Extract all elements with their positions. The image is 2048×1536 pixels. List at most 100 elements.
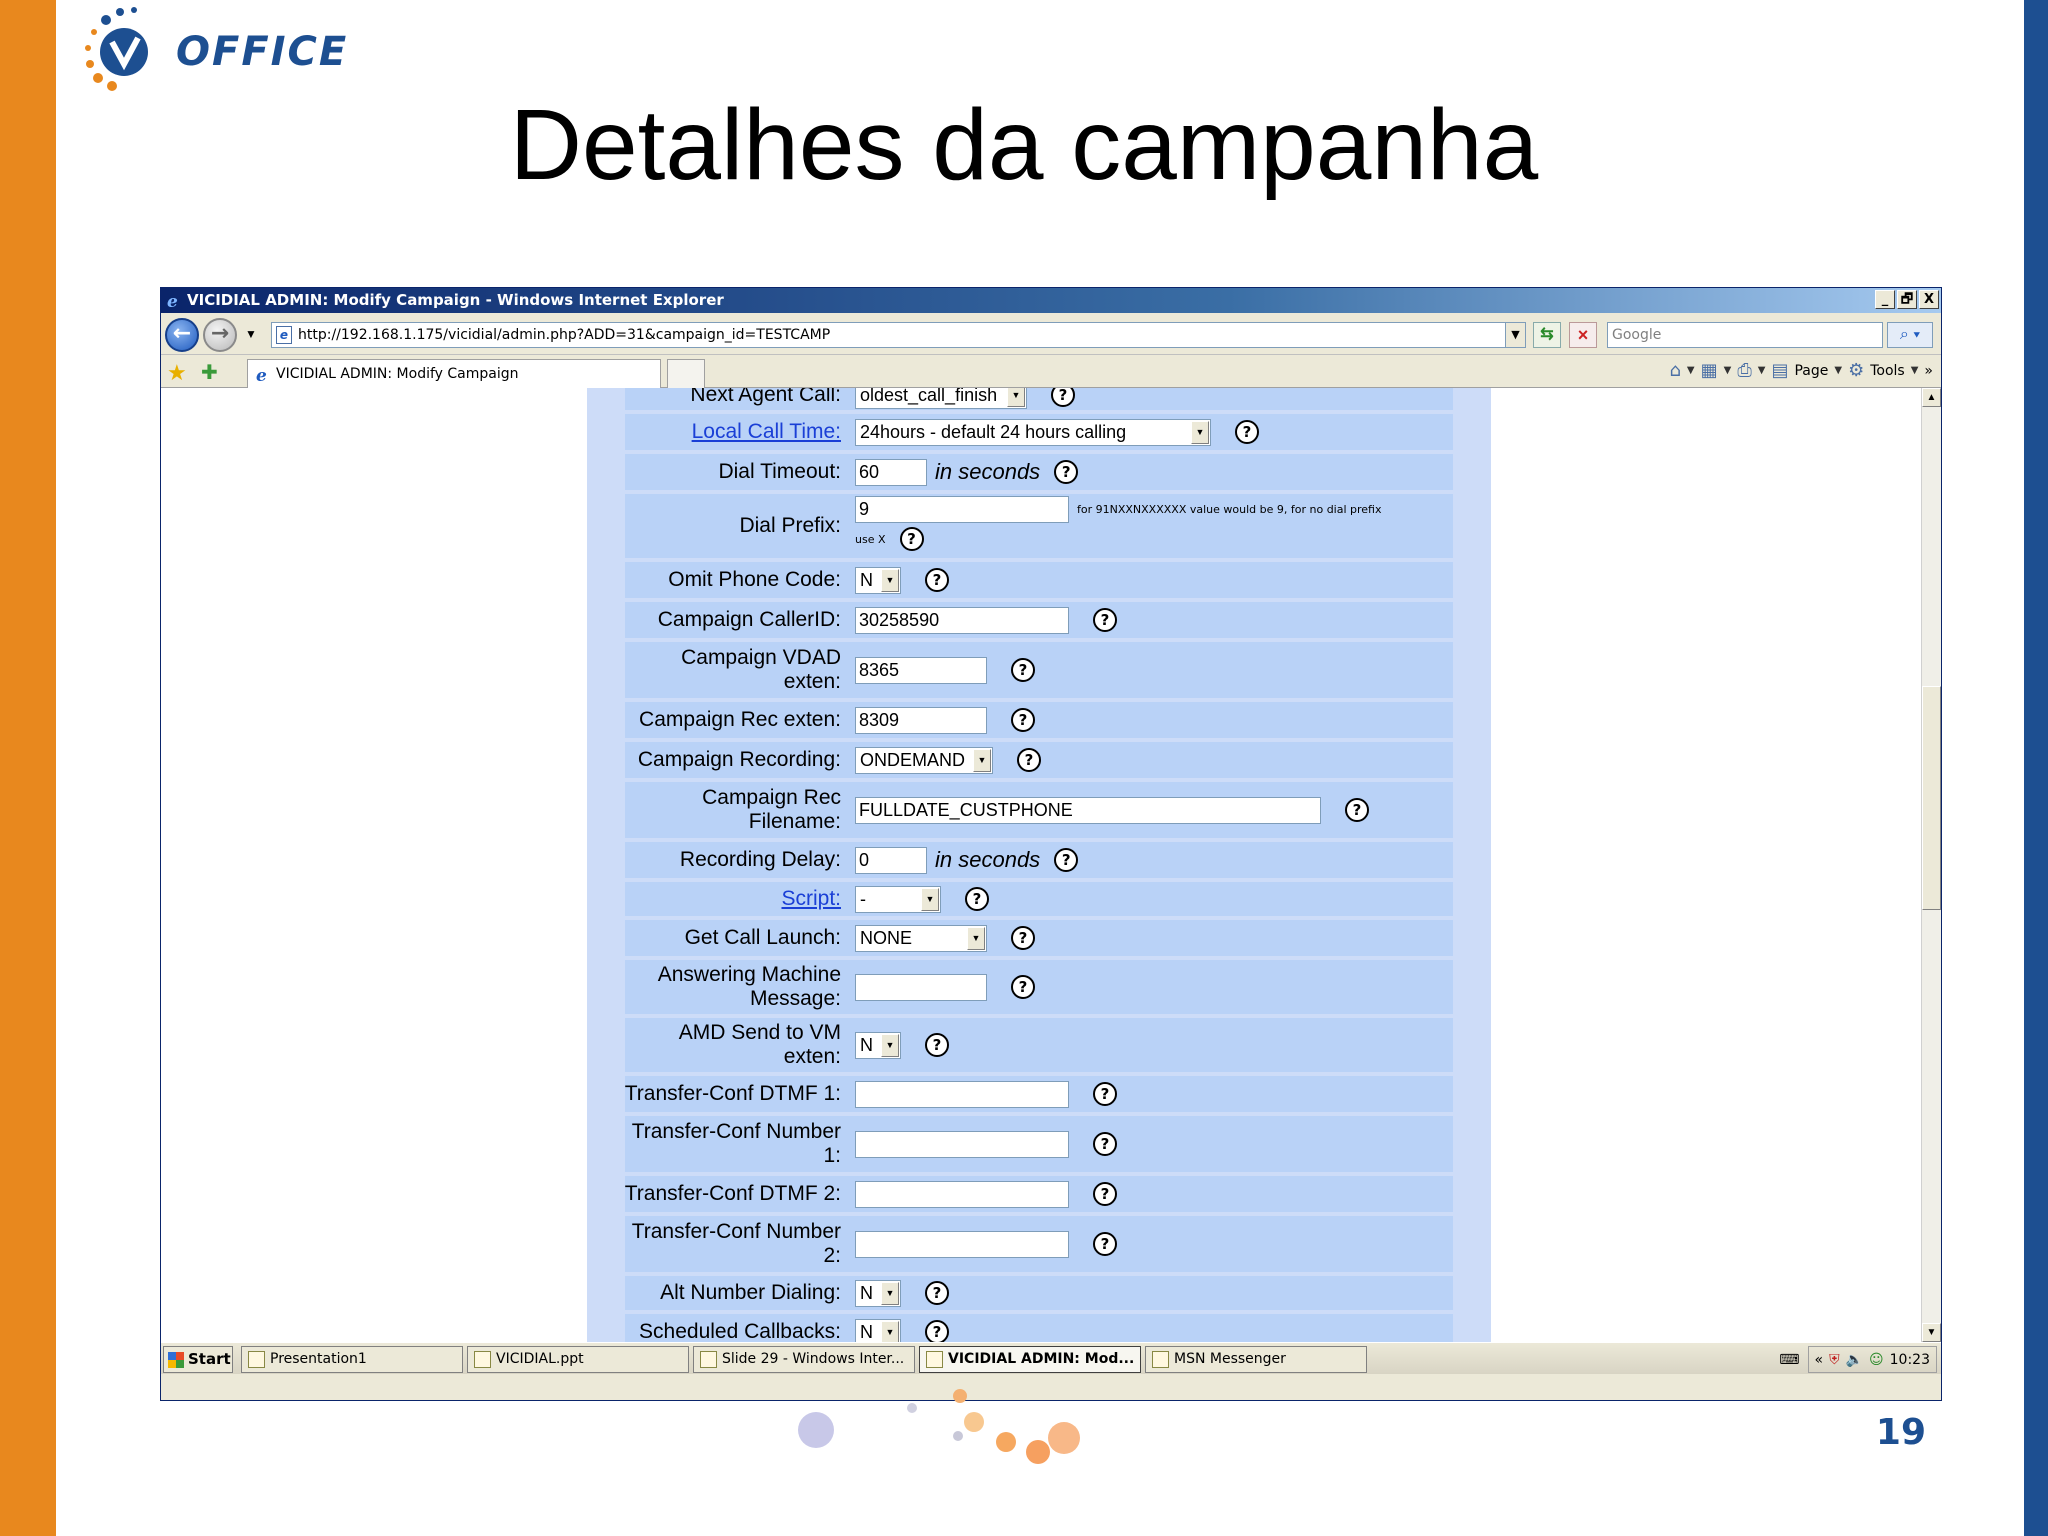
help-icon[interactable]: ? — [1054, 848, 1079, 872]
campaign-rec-exten-input[interactable]: 8309 — [855, 706, 987, 734]
help-icon[interactable]: ? — [1051, 388, 1075, 407]
local-call-time-link[interactable]: Local Call Time: — [692, 414, 841, 450]
start-button[interactable]: Start — [163, 1346, 233, 1373]
messenger-tray-icon[interactable]: ☺ — [1869, 1352, 1884, 1368]
help-icon[interactable]: ? — [925, 568, 949, 592]
help-icon[interactable]: ? — [1093, 1132, 1117, 1156]
campaign-form: Next Agent Call: oldest_call_finish ▼ ? L… — [587, 388, 1491, 1342]
window-titlebar[interactable]: e VICIDIAL ADMIN: Modify Campaign - Wind… — [161, 288, 1941, 313]
unit-label: in seconds — [935, 847, 1041, 872]
stop-button[interactable]: × — [1569, 322, 1597, 348]
minimize-button[interactable]: _ — [1875, 290, 1895, 309]
recent-pages-dropdown-icon[interactable]: ▼ — [245, 327, 257, 341]
search-input[interactable]: Google — [1607, 322, 1883, 348]
taskbar-item-msn-messenger[interactable]: MSN Messenger — [1145, 1346, 1367, 1373]
speaker-icon[interactable]: 🔈 — [1846, 1352, 1863, 1368]
campaign-vdad-exten-input[interactable]: 8365 — [855, 656, 987, 684]
help-icon[interactable]: ? — [1054, 460, 1079, 484]
omit-phone-code-select[interactable]: N ▼ — [855, 566, 901, 594]
security-shield-icon[interactable]: ⛨ — [1829, 1352, 1840, 1368]
help-icon[interactable]: ? — [965, 887, 989, 911]
taskbar-item-presentation1[interactable]: Presentation1 — [241, 1346, 463, 1373]
page-dropdown-icon[interactable]: ▼ — [1834, 365, 1842, 376]
campaign-recording-select[interactable]: ONDEMAND ▼ — [855, 746, 993, 774]
script-select[interactable]: - ▼ — [855, 885, 941, 913]
help-icon[interactable]: ? — [1011, 658, 1035, 682]
help-icon[interactable]: ? — [1011, 926, 1035, 950]
home-dropdown-icon[interactable]: ▼ — [1687, 365, 1695, 376]
help-icon[interactable]: ? — [1093, 1232, 1117, 1256]
feeds-icon[interactable]: ▦ — [1701, 360, 1718, 381]
local-call-time-select[interactable]: 24hours - default 24 hours calling ▼ — [855, 418, 1211, 446]
help-icon[interactable]: ? — [1093, 1082, 1117, 1106]
help-icon[interactable]: ? — [925, 1320, 949, 1342]
dial-timeout-input[interactable]: 60 — [855, 458, 927, 486]
recording-delay-input[interactable]: 0 — [855, 846, 927, 874]
transfer-conf-dtmf-2-input[interactable] — [855, 1180, 1069, 1208]
restore-button[interactable]: 🗗 — [1897, 290, 1917, 309]
help-icon[interactable]: ? — [925, 1033, 949, 1057]
help-icon[interactable]: ? — [925, 1281, 949, 1305]
scroll-thumb[interactable] — [1922, 686, 1941, 910]
help-icon[interactable]: ? — [1017, 748, 1041, 772]
help-icon[interactable]: ? — [1093, 1182, 1117, 1206]
scroll-up-icon[interactable]: ▲ — [1922, 388, 1941, 407]
transfer-conf-number-1-input[interactable] — [855, 1130, 1069, 1158]
refresh-button[interactable]: ⇆ — [1533, 322, 1561, 348]
forward-button[interactable]: → — [203, 318, 237, 352]
new-tab-button[interactable] — [667, 359, 705, 389]
dial-prefix-input[interactable]: 9 — [855, 496, 1069, 523]
scroll-down-icon[interactable]: ▼ — [1922, 1323, 1941, 1342]
window-title: VICIDIAL ADMIN: Modify Campaign - Window… — [187, 291, 724, 309]
help-icon[interactable]: ? — [1093, 608, 1117, 632]
powerpoint-icon — [248, 1351, 265, 1368]
campaign-rec-filename-input[interactable]: FULLDATE_CUSTPHONE — [855, 796, 1321, 824]
address-bar[interactable]: e http://192.168.1.175/vicidial/admin.ph… — [271, 322, 1526, 348]
transfer-conf-number-2-input[interactable] — [855, 1230, 1069, 1258]
favorites-star-icon[interactable]: ★ — [167, 360, 187, 386]
help-icon[interactable]: ? — [1235, 420, 1259, 444]
script-link[interactable]: Script: — [781, 882, 841, 916]
search-button[interactable]: ⌕ ▾ — [1887, 322, 1933, 348]
form-row-transfer-conf-number-2: Transfer-Conf Number 2: ? — [625, 1216, 1453, 1272]
get-call-launch-select[interactable]: NONE ▼ — [855, 924, 987, 952]
campaign-callerid-input[interactable]: 30258590 — [855, 606, 1069, 634]
address-dropdown-icon[interactable]: ▼ — [1505, 323, 1525, 347]
msn-messenger-icon — [1152, 1351, 1169, 1368]
help-icon[interactable]: ? — [1011, 708, 1035, 732]
home-icon[interactable]: ⌂ — [1669, 360, 1680, 381]
next-agent-call-select[interactable]: oldest_call_finish ▼ — [855, 388, 1027, 409]
scheduled-callbacks-select[interactable]: N ▼ — [855, 1318, 901, 1342]
help-icon[interactable]: ? — [1011, 975, 1035, 999]
tab-vicidial-admin[interactable]: e VICIDIAL ADMIN: Modify Campaign — [247, 359, 661, 389]
powerpoint-icon — [474, 1351, 491, 1368]
field-label: Recording Delay: — [679, 848, 841, 871]
toolbar-overflow-chevron-icon[interactable]: » — [1924, 363, 1933, 379]
help-icon[interactable]: ? — [899, 527, 924, 551]
amd-send-to-vm-select[interactable]: N ▼ — [855, 1031, 901, 1059]
answering-machine-message-input[interactable] — [855, 973, 987, 1001]
taskbar-item-vicidial-admin[interactable]: VICIDIAL ADMIN: Mod... — [919, 1346, 1141, 1373]
print-icon[interactable]: ⎙ — [1737, 360, 1751, 381]
close-button[interactable]: X — [1919, 290, 1939, 309]
alt-number-dialing-select[interactable]: N ▼ — [855, 1279, 901, 1307]
add-favorite-icon[interactable]: ✚ — [201, 360, 218, 385]
print-dropdown-icon[interactable]: ▼ — [1758, 365, 1766, 376]
taskbar-item-slide-29[interactable]: Slide 29 - Windows Inter... — [693, 1346, 915, 1373]
taskbar-item-vicidial-ppt[interactable]: VICIDIAL.ppt — [467, 1346, 689, 1373]
field-label: Transfer-Conf DTMF 1: — [624, 1082, 841, 1105]
label-line: Message: — [749, 987, 841, 1010]
tools-menu[interactable]: Tools — [1870, 363, 1905, 379]
help-icon[interactable]: ? — [1345, 798, 1369, 822]
field-label: Campaign Rec exten: — [639, 708, 841, 731]
tools-dropdown-icon[interactable]: ▼ — [1911, 365, 1919, 376]
chevron-down-icon: ▼ — [881, 1281, 899, 1305]
keyboard-icon[interactable]: ⌨ — [1779, 1352, 1799, 1368]
tray-expand-icon[interactable]: « — [1815, 1352, 1824, 1368]
page-menu[interactable]: Page — [1794, 363, 1828, 379]
logo-text: OFFICE — [176, 29, 349, 75]
transfer-conf-dtmf-1-input[interactable] — [855, 1080, 1069, 1108]
vertical-scrollbar[interactable]: ▲ ▼ — [1921, 388, 1941, 1342]
feeds-dropdown-icon[interactable]: ▼ — [1724, 365, 1732, 376]
back-button[interactable]: ← — [165, 318, 199, 352]
